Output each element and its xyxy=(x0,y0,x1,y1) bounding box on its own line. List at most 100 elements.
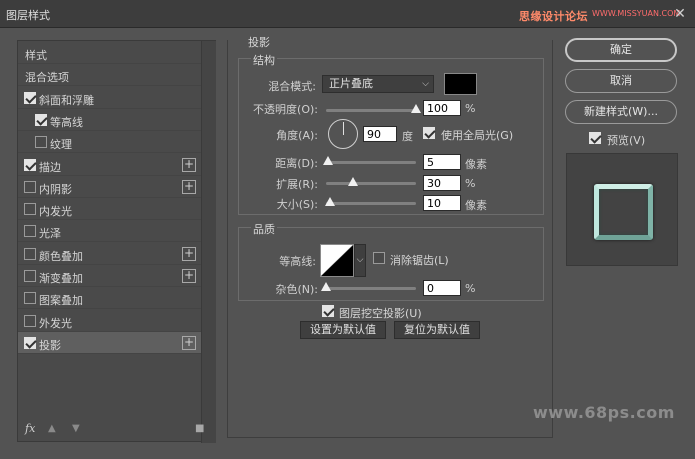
spread-input[interactable]: 30 xyxy=(423,175,461,191)
size-unit: 像素 xyxy=(465,199,487,212)
style-item-label: 内阴影 xyxy=(39,182,72,196)
spread-label: 扩展(R): xyxy=(276,178,318,191)
knockout-label: 图层挖空投影(U) xyxy=(339,307,422,320)
noise-unit: % xyxy=(465,282,476,295)
spread-slider-thumb[interactable] xyxy=(348,177,358,186)
global-light-label: 使用全局光(G) xyxy=(441,129,514,142)
cancel-button[interactable]: 取消 xyxy=(565,69,677,93)
style-item-checkbox[interactable] xyxy=(24,158,36,171)
style-item-label: 图案叠加 xyxy=(39,294,83,308)
style-item[interactable]: 投影 + xyxy=(18,331,201,354)
add-effect-icon[interactable]: + xyxy=(182,335,196,350)
style-item-label: 斜面和浮雕 xyxy=(39,93,94,107)
style-item[interactable]: 光泽 xyxy=(18,220,201,243)
knockout-checkbox[interactable] xyxy=(322,305,334,317)
add-effect-icon[interactable]: + xyxy=(182,269,196,283)
brand-url: WWW.MISSYUAN.COM xyxy=(592,9,681,18)
global-light-checkbox[interactable] xyxy=(423,127,435,139)
style-item-checkbox[interactable] xyxy=(24,270,36,282)
contour-label: 等高线: xyxy=(279,255,316,268)
make-default-button[interactable]: 设置为默认值 xyxy=(300,321,386,339)
preview-checkbox[interactable] xyxy=(589,132,601,144)
style-item[interactable]: 纹理 xyxy=(18,131,201,154)
style-item[interactable]: 描边 + xyxy=(18,154,201,176)
brand-text: 思缘设计论坛 xyxy=(519,10,588,23)
antialias-checkbox[interactable] xyxy=(373,252,385,264)
style-item-label: 描边 xyxy=(39,160,61,174)
style-item[interactable]: 斜面和浮雕 xyxy=(18,87,201,109)
preview-frame xyxy=(594,184,653,240)
angle-dial[interactable] xyxy=(328,119,358,149)
noise-label: 杂色(N): xyxy=(275,283,318,296)
styles-toolbar: fx ▲ ▼ ■ xyxy=(18,421,204,441)
distance-input[interactable]: 5 xyxy=(423,154,461,170)
opacity-label: 不透明度(O): xyxy=(253,103,318,116)
style-item-checkbox[interactable] xyxy=(24,292,36,305)
style-item-checkbox[interactable] xyxy=(24,336,36,349)
trash-icon[interactable]: ■ xyxy=(195,423,204,434)
opacity-slider-thumb[interactable] xyxy=(411,104,421,113)
size-input[interactable]: 10 xyxy=(423,195,461,211)
blend-mode-select[interactable]: 正片叠底 ⌵ xyxy=(322,75,434,93)
angle-unit: 度 xyxy=(402,130,413,143)
style-item[interactable]: 图案叠加 xyxy=(18,287,201,310)
angle-input[interactable]: 90 xyxy=(363,126,397,142)
noise-slider-track[interactable] xyxy=(326,287,416,290)
style-item[interactable]: 内发光 xyxy=(18,198,201,221)
section-title: 投影 xyxy=(246,34,272,50)
style-item-label: 外发光 xyxy=(39,316,72,330)
distance-label: 距离(D): xyxy=(275,157,318,170)
style-item[interactable]: 外发光 xyxy=(18,310,201,332)
style-item[interactable]: 颜色叠加 + xyxy=(18,243,201,265)
style-item[interactable]: 内阴影 + xyxy=(18,176,201,198)
style-item-label: 样式 xyxy=(25,49,47,62)
style-preview xyxy=(566,153,678,266)
style-item-checkbox[interactable] xyxy=(24,247,36,260)
style-item[interactable]: 样式 xyxy=(18,42,201,64)
style-item-checkbox[interactable] xyxy=(24,314,36,327)
noise-input[interactable]: 0 xyxy=(423,280,461,296)
shadow-color-swatch[interactable] xyxy=(444,73,477,95)
opacity-slider-track[interactable] xyxy=(326,109,416,112)
move-up-icon[interactable]: ▲ xyxy=(48,423,56,434)
style-item-checkbox[interactable] xyxy=(24,91,36,104)
style-item-checkbox[interactable] xyxy=(24,203,36,216)
fx-icon[interactable]: fx xyxy=(25,422,35,435)
quality-group: 品质 等高线: ⌵ 消除锯齿(L) 杂色(N): 0 % xyxy=(238,221,544,301)
contour-preview[interactable] xyxy=(320,244,354,277)
style-item-checkbox[interactable] xyxy=(35,113,47,126)
add-effect-icon[interactable]: + xyxy=(182,157,196,172)
style-item[interactable]: 等高线 xyxy=(18,109,201,131)
blend-mode-label: 混合模式: xyxy=(268,80,316,93)
style-item-label: 内发光 xyxy=(39,205,72,219)
style-item-checkbox[interactable] xyxy=(35,136,47,149)
noise-slider-thumb[interactable] xyxy=(321,282,331,291)
reset-default-button[interactable]: 复位为默认值 xyxy=(394,321,480,339)
drop-shadow-panel: 投影 结构 混合模式: 正片叠底 ⌵ 不透明度(O): 100 % 角度(A):… xyxy=(227,34,553,438)
opacity-unit: % xyxy=(465,102,476,115)
add-effect-icon[interactable]: + xyxy=(182,179,196,194)
styles-scrollbar[interactable] xyxy=(201,41,216,443)
style-item-checkbox[interactable] xyxy=(24,225,36,238)
size-slider-thumb[interactable] xyxy=(324,197,335,206)
style-item-label: 渐变叠加 xyxy=(39,272,83,285)
style-item-label: 等高线 xyxy=(50,115,83,129)
distance-slider-track[interactable] xyxy=(326,161,416,164)
move-down-icon[interactable]: ▼ xyxy=(72,423,80,434)
style-item-checkbox[interactable] xyxy=(24,180,36,193)
ok-button[interactable]: 确定 xyxy=(565,38,677,62)
new-style-button[interactable]: 新建样式(W)... xyxy=(565,100,677,124)
angle-label: 角度(A): xyxy=(276,129,318,142)
style-item[interactable]: 混合选项 xyxy=(18,64,201,87)
style-item-label: 颜色叠加 xyxy=(39,249,83,263)
contour-dropdown[interactable]: ⌵ xyxy=(354,244,366,277)
preview-label: 预览(V) xyxy=(607,134,646,147)
opacity-input[interactable]: 100 xyxy=(423,100,461,116)
add-effect-icon[interactable]: + xyxy=(182,246,196,261)
style-item[interactable]: 渐变叠加 + xyxy=(18,265,201,287)
spread-slider-track[interactable] xyxy=(326,182,416,185)
size-slider-track[interactable] xyxy=(326,202,416,205)
size-label: 大小(S): xyxy=(276,198,318,211)
distance-slider-thumb[interactable] xyxy=(322,156,333,165)
close-icon[interactable]: ✕ xyxy=(670,4,690,24)
